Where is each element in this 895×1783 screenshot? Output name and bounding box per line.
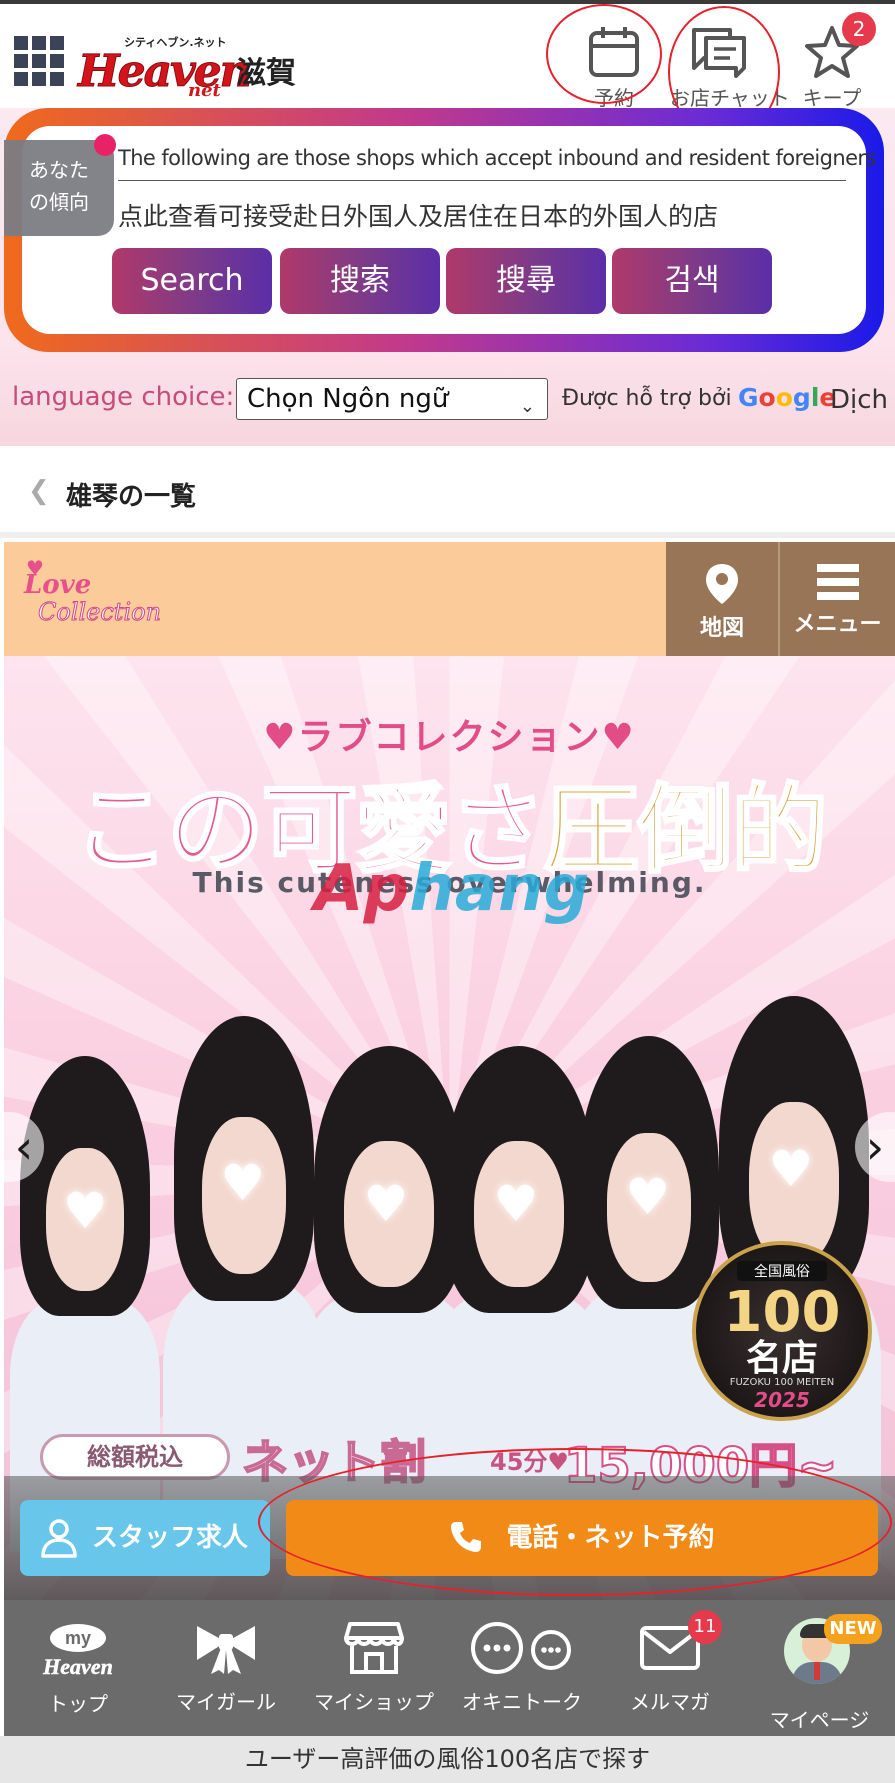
map-button[interactable]: 地図 <box>666 542 778 656</box>
nav-label-my-page: マイページ <box>769 1708 870 1732</box>
language-select-value: Chọn Ngôn ngữ <box>247 384 449 414</box>
call-reserve-button[interactable]: 電話・ネット予約 <box>286 1500 878 1576</box>
badge-mid: 名店 <box>745 1338 818 1379</box>
reserve-label: 予約 <box>594 86 634 110</box>
breadcrumb[interactable]: ❮ 雄琴の一覧 <box>0 446 895 538</box>
nav-item-my-page[interactable]: マイページ NEW <box>744 1600 895 1736</box>
new-badge: NEW <box>824 1614 882 1644</box>
google-logo: Google <box>738 383 837 412</box>
ribbon-icon <box>197 1626 255 1674</box>
region-label[interactable]: 滋賀 <box>236 48 296 92</box>
map-label: 地図 <box>699 616 744 641</box>
tendency-label-2: の傾向 <box>29 190 89 214</box>
chevron-left-icon: ❮ <box>28 476 50 506</box>
keep-label: キープ <box>802 86 862 110</box>
foreigner-shops-link-en[interactable]: The following are those shops which acce… <box>118 146 876 170</box>
model-figure: ♥ <box>9 1056 161 1552</box>
badge-number: 100 <box>723 1280 841 1345</box>
language-select[interactable]: Chọn Ngôn ngữ ⌄ <box>236 378 548 420</box>
nav-label-okini-talk: オキニトーク <box>462 1690 582 1714</box>
shop-header: ♥ Love Collection 地図 メニュー <box>4 542 895 656</box>
watermark-a: Ap <box>314 852 410 926</box>
my-heaven-icon: my Heaven <box>42 1624 113 1679</box>
search-button-en[interactable]: Search <box>112 248 272 314</box>
badge-sub: FUZOKU 100 MEITEN <box>729 1377 835 1388</box>
bottom-nav: my Heaven トップ マイガール マイショップ オキニトーク メルマガ 1… <box>4 1600 895 1736</box>
tendency-tab[interactable]: あなた の傾向 <box>4 134 116 236</box>
nav-label-top: トップ <box>48 1692 108 1716</box>
nav-item-top[interactable]: my Heaven トップ <box>4 1600 152 1736</box>
shop-logo[interactable]: ♥ Love Collection <box>24 556 164 644</box>
keep-count-badge: 2 <box>842 12 876 46</box>
nav-item-my-shop[interactable]: マイショップ <box>300 1600 448 1736</box>
mail-count-badge: 11 <box>688 1610 722 1644</box>
shop-icon <box>344 1622 404 1674</box>
keep-button[interactable]: キープ 2 <box>782 12 882 110</box>
tax-included-pill: 総額税込 <box>40 1434 230 1480</box>
chat-icon <box>692 28 746 78</box>
model-figure: ♥ <box>162 1016 326 1559</box>
nav-label-my-shop: マイショップ <box>314 1690 434 1714</box>
map-pin-icon <box>706 564 738 604</box>
shop-logo-line2: Collection <box>37 598 162 627</box>
tendency-label-1: あなた <box>29 158 89 182</box>
hamburger-icon <box>816 564 859 600</box>
menu-button[interactable]: メニュー <box>780 542 895 656</box>
translate-link[interactable]: Dịch <box>830 385 888 415</box>
person-icon <box>41 1519 77 1558</box>
top-100-badge: 全国風俗 100 名店 FUZOKU 100 MEITEN 2025 <box>692 1241 872 1421</box>
top-100-search-link[interactable]: ユーザー高評価の風俗100名店で探す <box>0 1736 895 1783</box>
logo-suffix: net <box>188 80 221 101</box>
nav-label-my-girl: マイガール <box>176 1690 276 1714</box>
site-header: シティヘブン.ネット Heaven net 滋賀 予約 お店チャット キープ 2 <box>0 4 895 110</box>
staff-recruit-button[interactable]: スタッフ求人 <box>20 1500 270 1576</box>
nav-item-okini-talk[interactable]: オキニトーク <box>448 1600 596 1736</box>
duration-label: 45分♥ <box>490 1448 569 1476</box>
breadcrumb-label: 雄琴の一覧 <box>66 482 197 512</box>
nav-item-my-girl[interactable]: マイガール <box>152 1600 300 1736</box>
nav-label-mail-magazine: メルマガ <box>630 1690 710 1714</box>
shop-chat-button[interactable]: お店チャット <box>670 18 790 110</box>
reserve-button[interactable]: 予約 <box>564 18 664 110</box>
watermark: Aphang <box>314 852 589 926</box>
apps-grid-icon[interactable] <box>14 36 64 86</box>
badge-top: 全国風俗 <box>737 1261 827 1281</box>
call-reserve-label: 電話・ネット予約 <box>506 1523 715 1553</box>
nav-item-mail-magazine[interactable]: メルマガ 11 <box>596 1600 744 1736</box>
search-button-zh-tw[interactable]: 搜尋 <box>446 248 606 314</box>
shop-logo-line1: Love <box>24 570 92 600</box>
chevron-down-icon: ⌄ <box>519 396 535 417</box>
notification-dot <box>94 134 116 156</box>
promo-banner[interactable]: ♥ラブコレクション♥ この可愛さ圧倒的 This cuteness overwh… <box>4 656 895 1600</box>
badge-year: 2025 <box>754 1388 810 1412</box>
divider <box>118 180 846 181</box>
language-choice-label: language choice: <box>12 382 235 412</box>
foreigner-shops-link-zh[interactable]: 点此查看可接受赴日外国人及居住在日本的外国人的店 <box>118 197 718 233</box>
chat-bubbles-icon <box>471 1622 571 1674</box>
search-button-zh-cn[interactable]: 搜索 <box>280 248 440 314</box>
logo-name: Heaven <box>78 46 253 98</box>
calendar-icon <box>589 27 639 77</box>
watermark-b: hang <box>409 852 590 926</box>
menu-label: メニュー <box>793 612 882 637</box>
staff-recruit-label: スタッフ求人 <box>92 1523 249 1553</box>
svg-text:my: my <box>65 1628 91 1648</box>
svg-text:Heaven: Heaven <box>42 1654 113 1679</box>
phone-icon <box>451 1521 482 1552</box>
search-button-ko[interactable]: 검색 <box>612 248 772 314</box>
powered-by-label: Được hỗ trợ bởi <box>562 386 732 411</box>
shop-chat-label: お店チャット <box>670 86 790 110</box>
site-logo[interactable]: シティヘブン.ネット Heaven net <box>78 34 253 101</box>
